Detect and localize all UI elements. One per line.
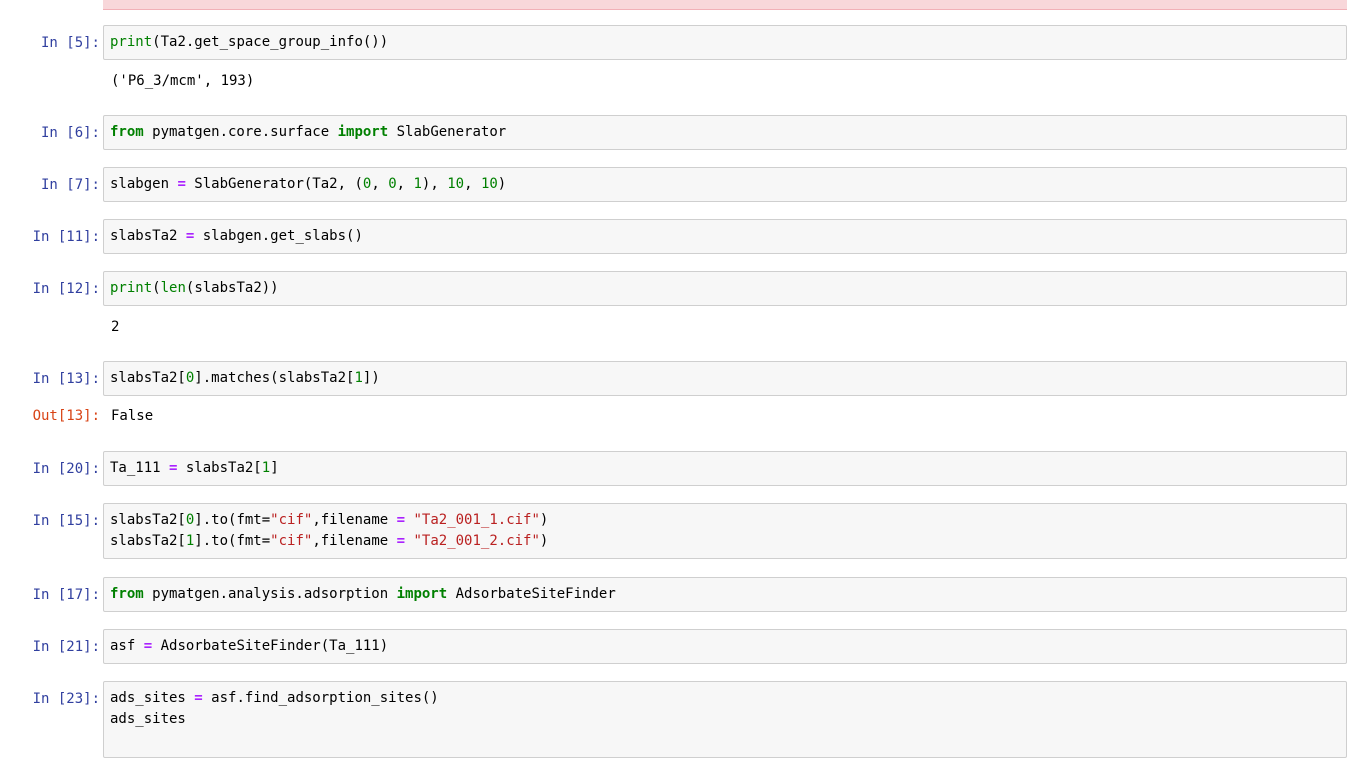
output-prompt: Out[13]: [32,408,100,424]
code-token: ) [539,512,549,528]
cell-output: 2 [111,319,120,335]
code-token: SlabGenerator(Ta2, ( [185,176,363,192]
code-token: Ta_111 [110,460,170,476]
code-token: ].to(fmt= [194,533,271,549]
code-token: (slabsTa2)) [185,280,279,296]
code-token: , [464,176,481,192]
code-token: = [396,533,406,549]
input-prompt: In [21]: [32,639,100,655]
code-token: ]) [362,370,380,386]
code-token: = [396,512,406,528]
code-line: from pymatgen.analysis.adsorption import… [110,584,1340,605]
code-token: slabgen [110,176,178,192]
code-token: = [143,638,153,654]
code-line: Ta_111 = slabsTa2[1] [110,458,1340,479]
code-line: from pymatgen.core.surface import SlabGe… [110,122,1340,143]
code-token: pymatgen.analysis.adsorption [143,586,397,602]
code-line: slabsTa2[0].matches(slabsTa2[1]) [110,368,1340,389]
code-token: SlabGenerator [388,124,507,140]
code-token: , [396,176,414,192]
code-token: 10 [480,176,498,192]
code-token: "Ta2_001_2.cif" [413,533,540,549]
code-token: len [160,280,186,296]
code-line: ads_sites = asf.find_adsorption_sites() [110,688,1340,709]
input-prompt: In [12]: [32,281,100,297]
code-input[interactable]: slabsTa2[0].to(fmt="cif",filename = "Ta2… [103,503,1347,559]
code-token: "Ta2_001_1.cif" [413,512,540,528]
input-prompt: In [6]: [40,125,100,141]
code-token: = [194,690,203,706]
cell-output: False [111,408,154,424]
code-token: 1 [354,370,363,386]
code-token: slabgen.get_slabs() [194,228,363,244]
code-token: slabsTa2[ [177,460,262,476]
code-line: print(len(slabsTa2)) [110,278,1340,299]
code-token: 1 [413,176,422,192]
code-token: ] [270,460,279,476]
input-prompt: In [17]: [32,587,100,603]
code-token: slabsTa2[ [110,533,186,549]
code-input[interactable]: ads_sites = asf.find_adsorption_sites() a… [103,681,1347,758]
code-token: ,filename [312,533,397,549]
code-token: ].matches(slabsTa2[ [194,370,355,386]
code-token: 1 [261,460,271,476]
code-token: import [396,586,448,602]
input-prompt: In [7]: [40,177,100,193]
code-line: asf = AdsorbateSiteFinder(Ta_111) [110,636,1340,657]
cell-output: ('P6_3/mcm', 193) [111,73,255,89]
code-input[interactable]: print(len(slabsTa2)) [103,271,1347,306]
code-token: , [371,176,389,192]
code-token: print [110,34,153,50]
input-prompt: In [20]: [32,461,100,477]
code-token: import [337,124,389,140]
code-token: ) [539,533,549,549]
code-input[interactable]: slabsTa2[0].matches(slabsTa2[1]) [103,361,1347,396]
code-input[interactable]: slabgen = SlabGenerator(Ta2, (0, 0, 1), … [103,167,1347,202]
code-token: from [110,586,144,602]
code-token: ].to(fmt= [194,512,271,528]
code-token: 10 [447,176,465,192]
code-token: "cif" [270,533,313,549]
code-token: ( [152,280,161,296]
code-token: ) [497,176,507,192]
code-token: "cif" [270,512,313,528]
input-prompt: In [13]: [32,371,100,387]
code-line: ads_sites [110,709,1340,730]
code-line: slabsTa2 = slabgen.get_slabs() [110,226,1340,247]
code-input[interactable]: from pymatgen.analysis.adsorption import… [103,577,1347,612]
code-token: (Ta2.get_space_group_info()) [152,34,389,50]
code-line: slabsTa2[1].to(fmt="cif",filename = "Ta2… [110,531,1340,552]
code-token: 0 [388,176,397,192]
input-prompt: In [23]: [32,691,100,707]
code-token: asf [110,638,144,654]
input-prompt: In [11]: [32,229,100,245]
code-token: slabsTa2 [110,228,186,244]
code-input[interactable]: print(Ta2.get_space_group_info()) [103,25,1347,60]
code-input[interactable]: asf = AdsorbateSiteFinder(Ta_111) [103,629,1347,664]
code-token: print [110,280,153,296]
code-line: slabgen = SlabGenerator(Ta2, (0, 0, 1), … [110,174,1340,195]
code-token: AdsorbateSiteFinder [447,586,616,602]
code-token: ads_sites [110,711,186,727]
code-token: ,filename [312,512,397,528]
error-output-strip [103,0,1347,10]
code-token: = [177,176,186,192]
code-line: print(Ta2.get_space_group_info()) [110,32,1340,53]
code-token: asf.find_adsorption_sites() [202,690,439,706]
code-token: slabsTa2[ [110,512,186,528]
code-token: slabsTa2[ [110,370,186,386]
input-prompt: In [15]: [32,513,100,529]
code-token: ), [421,176,448,192]
code-token: ads_sites [110,690,195,706]
code-token: pymatgen.core.surface [143,124,338,140]
code-input[interactable]: slabsTa2 = slabgen.get_slabs() [103,219,1347,254]
input-prompt: In [5]: [40,35,100,51]
code-token: AdsorbateSiteFinder(Ta_111) [152,638,389,654]
code-input[interactable]: from pymatgen.core.surface import SlabGe… [103,115,1347,150]
code-line: slabsTa2[0].to(fmt="cif",filename = "Ta2… [110,510,1340,531]
code-token: from [110,124,144,140]
code-input[interactable]: Ta_111 = slabsTa2[1] [103,451,1347,486]
